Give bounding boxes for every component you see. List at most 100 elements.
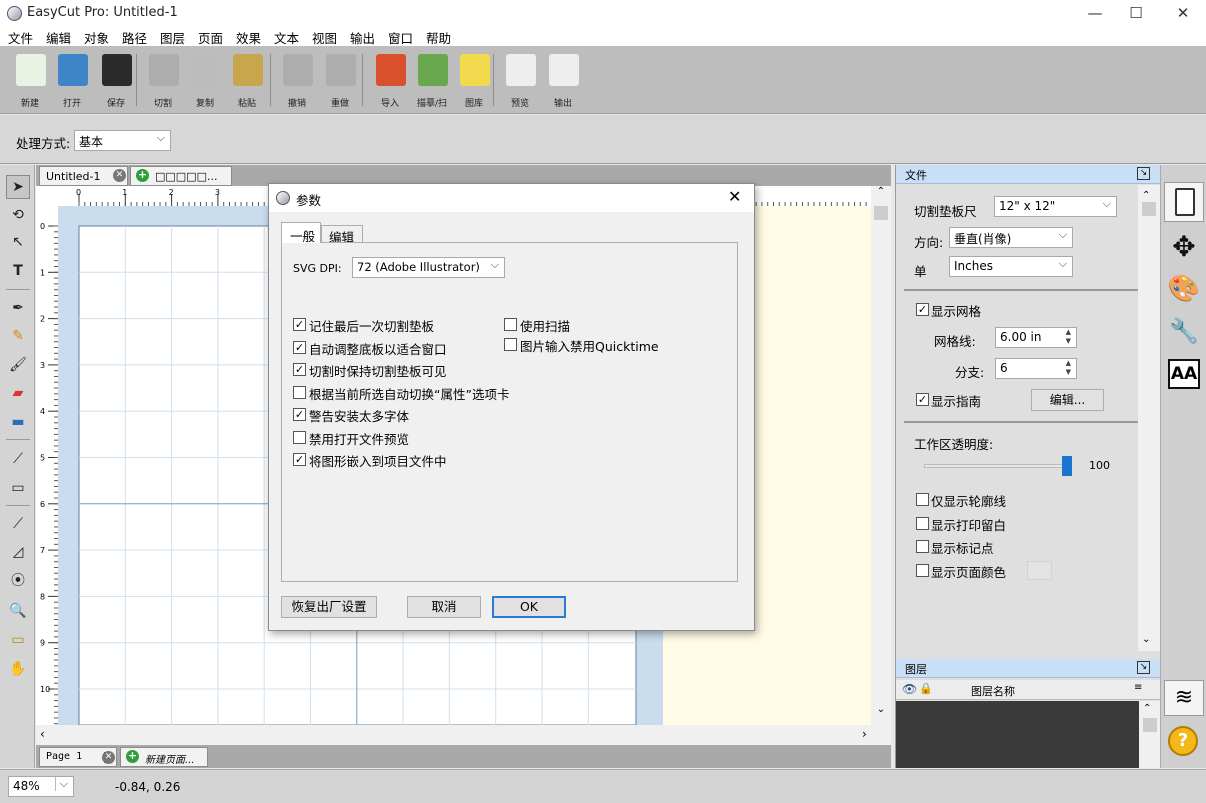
tab-general[interactable]: 一般: [281, 222, 321, 244]
option-checkbox-5[interactable]: [293, 430, 306, 444]
zoom-icon[interactable]: 🔍: [9, 602, 27, 620]
maximize-button[interactable]: ☐: [1113, 0, 1159, 27]
direct-select-icon[interactable]: ↖: [9, 233, 27, 251]
cancel-button[interactable]: 取消: [407, 596, 481, 618]
edit-guides-button[interactable]: 编辑...: [1031, 389, 1104, 411]
orientation-select[interactable]: 垂直(肖像) ⌵: [949, 227, 1073, 248]
horizontal-scrollbar[interactable]: ‹ ›: [36, 725, 891, 745]
print-margin-checkbox[interactable]: [916, 517, 929, 530]
menu-9[interactable]: 输出: [350, 28, 375, 47]
menu-4[interactable]: 图层: [160, 28, 185, 47]
menu-8[interactable]: 视图: [312, 28, 337, 47]
show-guides-checkbox[interactable]: ✓: [916, 393, 929, 406]
menu-10[interactable]: 窗口: [388, 28, 413, 47]
close-page-icon[interactable]: ✕: [102, 751, 115, 764]
tab-edit[interactable]: 编辑: [321, 225, 363, 245]
select-arrow-icon[interactable]: ➤: [6, 175, 30, 199]
move-icon[interactable]: ✥: [1164, 229, 1204, 265]
minimize-button[interactable]: —: [1072, 0, 1118, 27]
scroll-down-icon[interactable]: ⌄: [1142, 634, 1150, 645]
branch-input[interactable]: 6 ▲ ▼: [995, 358, 1077, 379]
hand-icon[interactable]: ✋: [9, 660, 27, 678]
outline-only-checkbox[interactable]: [916, 493, 929, 506]
toolbar-button-12[interactable]: 输出: [541, 52, 585, 109]
option-checkbox-0[interactable]: ✓: [293, 318, 306, 331]
toolbar-button-10[interactable]: 图库: [452, 52, 496, 109]
ruler-tool-icon[interactable]: ▭: [9, 631, 27, 649]
menu-1[interactable]: 编辑: [46, 28, 71, 47]
knife-icon[interactable]: ⟋: [9, 515, 27, 533]
help-icon[interactable]: ?: [1168, 726, 1198, 756]
wrench-icon[interactable]: 🔧: [1164, 313, 1204, 349]
menu-6[interactable]: 效果: [236, 28, 261, 47]
option-checkbox-1[interactable]: ✓: [293, 340, 306, 354]
node-edit-icon[interactable]: ◿: [9, 543, 27, 561]
option-checkbox-3[interactable]: [293, 385, 306, 399]
layer-scrollbar[interactable]: ⌃: [1139, 701, 1161, 768]
text-tool-icon[interactable]: T: [9, 262, 27, 280]
menu-3[interactable]: 路径: [122, 28, 147, 47]
pen-tool-icon[interactable]: ✒: [9, 299, 27, 317]
zoom-select[interactable]: 48% ⌵: [8, 776, 74, 797]
vertical-scrollbar[interactable]: ⌃ ⌄: [871, 186, 891, 725]
menu-11[interactable]: 帮助: [426, 28, 451, 47]
scroll-up-icon[interactable]: ⌃: [871, 186, 891, 203]
scroll-thumb[interactable]: [874, 206, 888, 220]
pencil-icon[interactable]: ✎: [9, 327, 27, 345]
close-button[interactable]: ✕: [1160, 0, 1206, 27]
stepper-icon[interactable]: ▲ ▼: [1066, 328, 1071, 346]
scroll-left-icon[interactable]: ‹: [40, 727, 45, 741]
option-checkbox-6[interactable]: ✓: [293, 453, 306, 466]
layers-panel-tab[interactable]: ≋: [1164, 680, 1204, 716]
grid-line-input[interactable]: 6.00 in ▲ ▼: [995, 327, 1077, 348]
tab-untitled-1[interactable]: Untitled-1 ✕: [39, 166, 128, 186]
scroll-up-icon[interactable]: ⌃: [1143, 703, 1151, 714]
scroll-down-icon[interactable]: ⌄: [871, 704, 891, 721]
ok-button[interactable]: OK: [492, 596, 566, 618]
layer-menu-icon[interactable]: ≡: [1134, 682, 1142, 693]
menu-5[interactable]: 页面: [198, 28, 223, 47]
file-panel-tab[interactable]: [1164, 182, 1204, 222]
option-checkbox-2[interactable]: ✓: [293, 363, 306, 376]
scroll-right-icon[interactable]: ›: [862, 727, 867, 741]
menu-7[interactable]: 文本: [274, 28, 299, 47]
panel-popout-icon[interactable]: ↘: [1137, 167, 1150, 180]
visibility-eye-icon[interactable]: 👁: [902, 682, 917, 696]
menu-0[interactable]: 文件: [8, 28, 33, 47]
toolbar-button-5[interactable]: 粘贴: [225, 52, 269, 109]
toolbar-button-7[interactable]: 重做: [318, 52, 362, 109]
rectangle-icon[interactable]: ▬: [9, 413, 27, 431]
tab-new-page[interactable]: + 新建页面...: [120, 747, 208, 767]
unit-select[interactable]: Inches ⌵: [949, 256, 1073, 277]
scan-option-checkbox-1[interactable]: [504, 338, 517, 351]
opacity-slider-thumb[interactable]: [1062, 456, 1072, 476]
file-panel-scrollbar[interactable]: ⌃ ⌄: [1138, 185, 1160, 651]
markers-checkbox[interactable]: [916, 540, 929, 553]
toolbar-button-2[interactable]: 保存: [94, 52, 138, 109]
restore-defaults-button[interactable]: 恢复出厂设置: [281, 596, 377, 618]
close-tab-icon[interactable]: ✕: [113, 169, 126, 182]
tab-new-document[interactable]: + □□□□□...: [130, 166, 232, 186]
eyedropper-icon[interactable]: ⟋: [9, 450, 27, 468]
mat-size-select[interactable]: 12" x 12" ⌵: [994, 196, 1117, 217]
color-palette-icon[interactable]: 🎨: [1164, 271, 1204, 307]
page-color-swatch[interactable]: [1027, 561, 1052, 580]
panel-popout-icon[interactable]: ↘: [1137, 661, 1150, 674]
page-color-checkbox[interactable]: [916, 564, 929, 577]
brush-icon[interactable]: 🖌: [9, 356, 27, 374]
lasso-icon[interactable]: ⟲: [9, 206, 27, 224]
menu-2[interactable]: 对象: [84, 28, 109, 47]
scroll-up-icon[interactable]: ⌃: [1142, 190, 1150, 201]
scroll-thumb[interactable]: [1142, 202, 1156, 216]
text-style-icon[interactable]: AA: [1168, 359, 1200, 389]
lock-icon[interactable]: 🔒: [919, 682, 933, 695]
stepper-icon[interactable]: ▲ ▼: [1066, 359, 1071, 377]
option-checkbox-4[interactable]: ✓: [293, 408, 306, 421]
scan-option-checkbox-0[interactable]: [504, 318, 517, 331]
gradient-icon[interactable]: ▭: [9, 479, 27, 497]
show-grid-checkbox[interactable]: ✓: [916, 303, 929, 316]
weld-icon[interactable]: ⦿: [9, 572, 27, 590]
dialog-close-icon[interactable]: ✕: [728, 187, 741, 206]
opacity-slider-track[interactable]: [924, 464, 1068, 468]
process-select[interactable]: 基本 ⌵: [74, 130, 171, 151]
